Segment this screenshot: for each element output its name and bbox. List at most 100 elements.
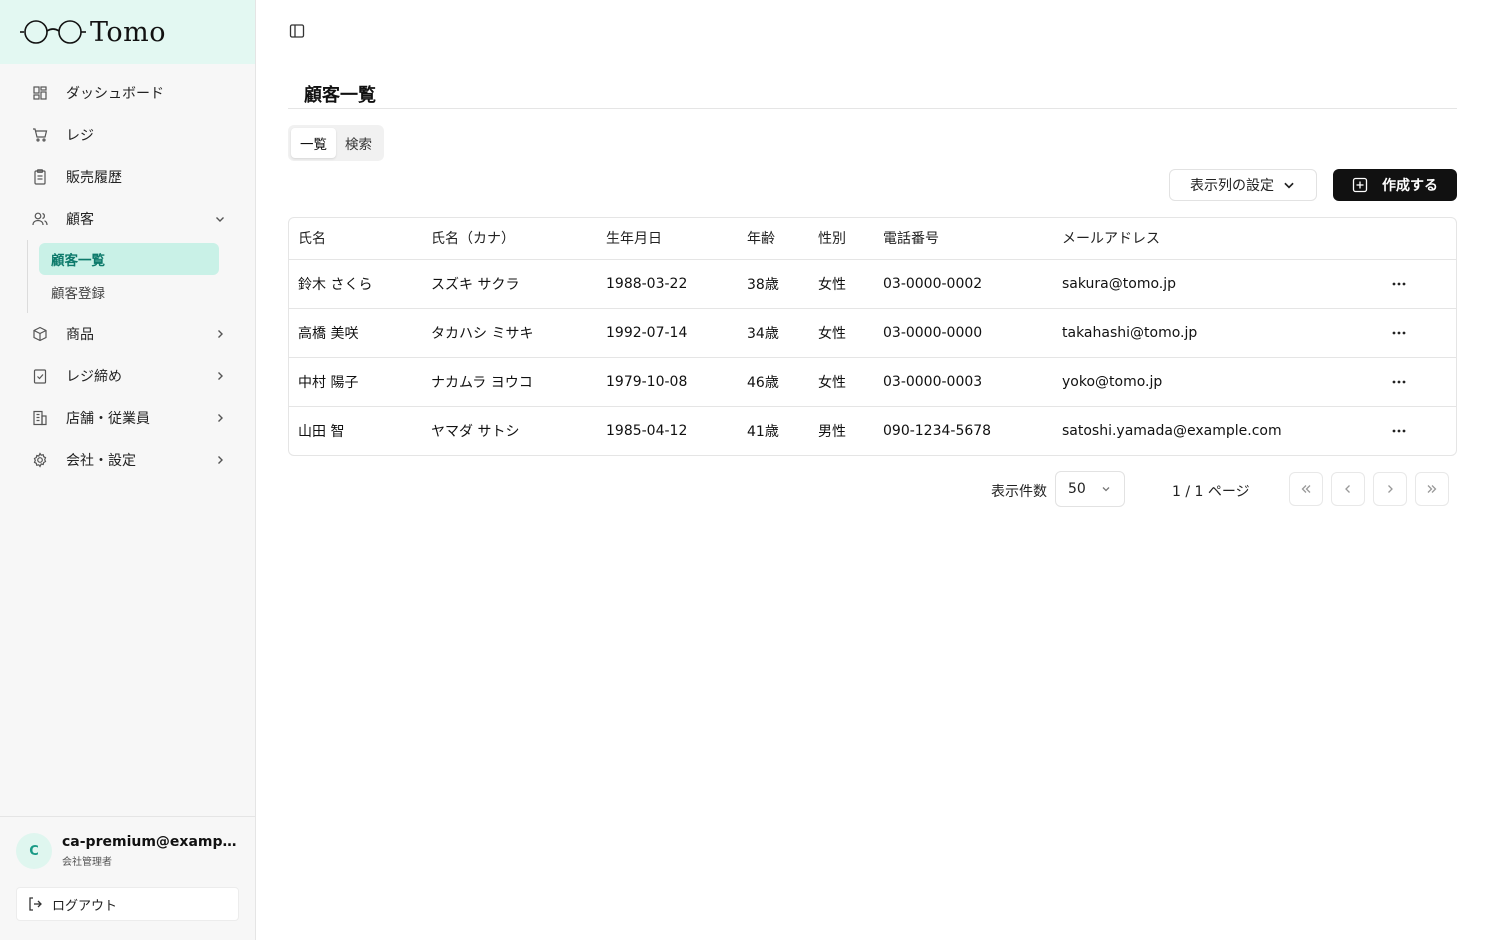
cell-birthdate: 1988-03-22: [597, 259, 738, 309]
chevron-left-icon: [1341, 482, 1355, 496]
sidebar-item-dashboard[interactable]: ダッシュボード: [0, 72, 255, 114]
building-icon: [32, 410, 48, 426]
glasses-logo-icon: [20, 19, 86, 45]
per-page-label: 表示件数: [991, 484, 1047, 500]
table-row[interactable]: 山田 智 ヤマダ サトシ 1985-04-12 41歳 男性 090-1234-…: [289, 406, 1456, 455]
cell-birthdate: 1992-07-14: [597, 308, 738, 358]
column-header-name[interactable]: 氏名: [289, 218, 422, 260]
sidebar-item-register-closing[interactable]: レジ締め: [0, 355, 255, 397]
sidebar-item-sales-history[interactable]: 販売履歴: [0, 156, 255, 198]
tab-list[interactable]: 一覧: [291, 128, 336, 158]
more-horizontal-icon[interactable]: [1387, 272, 1411, 296]
table-row[interactable]: 中村 陽子 ナカムラ ヨウコ 1979-10-08 46歳 女性 03-0000…: [289, 357, 1456, 407]
create-button[interactable]: 作成する: [1333, 169, 1457, 201]
cell-name-kana: タカハシ ミサキ: [422, 308, 597, 358]
cell-name: 鈴木 さくら: [289, 259, 422, 309]
sidebar-item-label: 顧客: [66, 212, 94, 228]
cell-name: 高橋 美咲: [289, 308, 422, 358]
cell-email: takahashi@tomo.jp: [1053, 308, 1387, 358]
column-header-name-kana[interactable]: 氏名（カナ）: [422, 218, 597, 260]
table-row[interactable]: 鈴木 さくら スズキ サクラ 1988-03-22 38歳 女性 03-0000…: [289, 259, 1456, 309]
chevron-right-icon: [213, 327, 227, 341]
create-label: 作成する: [1382, 178, 1438, 194]
chevron-right-icon: [213, 453, 227, 467]
cell-name-kana: スズキ サクラ: [422, 259, 597, 309]
sidebar-item-label: 販売履歴: [66, 170, 122, 186]
sidebar-item-label: レジ: [66, 128, 94, 144]
cell-actions: [1387, 308, 1456, 358]
cell-name: 山田 智: [298, 423, 345, 440]
sidebar-item-label: 店舗・従業員: [66, 411, 150, 427]
cell-email: sakura@tomo.jp: [1053, 259, 1387, 309]
sidebar-item-label: 会社・設定: [66, 453, 136, 469]
cell-actions: [1387, 406, 1456, 455]
cell-actions: [1387, 357, 1456, 407]
more-horizontal-icon[interactable]: [1387, 419, 1411, 443]
per-page-value: 50: [1068, 481, 1086, 497]
cell-phone: 03-0000-0003: [874, 357, 1053, 407]
cell-phone: 090-1234-5678: [883, 422, 992, 439]
users-icon: [32, 211, 48, 227]
cell-actions: [1387, 259, 1456, 309]
sidebar-item-company-settings[interactable]: 会社・設定: [0, 439, 255, 481]
cell-age: 46歳: [738, 357, 809, 407]
customer-table: 氏名 氏名（カナ） 生年月日 年齢 性別 電話番号 メールアドレス 鈴木 さくら…: [288, 217, 1457, 456]
sidebar: Tomo ダッシュボード レジ 販売履歴 顧客 顧客一覧 顧客登録 商品 レジ締…: [0, 0, 256, 940]
prev-page-button[interactable]: [1331, 472, 1365, 506]
logout-button[interactable]: ログアウト: [16, 887, 239, 921]
column-header-age[interactable]: 年齢: [738, 218, 809, 260]
sidebar-item-customers[interactable]: 顧客: [0, 198, 255, 240]
last-page-button[interactable]: [1415, 472, 1449, 506]
chevron-right-icon: [213, 411, 227, 425]
brand-header: Tomo: [0, 0, 255, 64]
cell-birthdate: 1979-10-08: [597, 357, 738, 407]
user-email: ca-premium@example.com: [62, 834, 237, 850]
column-header-gender[interactable]: 性別: [809, 218, 874, 260]
cell-phone: 03-0000-0000: [874, 308, 1053, 358]
column-header-email[interactable]: メールアドレス: [1053, 218, 1387, 260]
cell-birthdate: 1985-04-12: [606, 422, 688, 439]
next-page-button[interactable]: [1373, 472, 1407, 506]
more-horizontal-icon[interactable]: [1387, 370, 1411, 394]
cell-email: yoko@tomo.jp: [1053, 357, 1387, 407]
chevron-down-icon: [1100, 483, 1112, 495]
cell-age: 41歳: [747, 423, 779, 440]
chevron-down-icon: [213, 212, 227, 226]
page-title: 顧客一覧: [304, 85, 376, 106]
page-info: 1 / 1 ページ: [1172, 484, 1250, 500]
table-row[interactable]: 高橋 美咲 タカハシ ミサキ 1992-07-14 34歳 女性 03-0000…: [289, 308, 1456, 358]
cell-gender: 女性: [809, 357, 874, 407]
sidebar-subitem-customer-register[interactable]: 顧客登録: [39, 276, 219, 308]
sidebar-item-label: レジ締め: [66, 369, 122, 385]
chevrons-right-icon: [1425, 482, 1439, 496]
cell-name-kana: ナカムラ ヨウコ: [422, 357, 597, 407]
sidebar-item-products[interactable]: 商品: [0, 313, 255, 355]
column-settings-button[interactable]: 表示列の設定: [1169, 169, 1317, 201]
column-header-birthdate[interactable]: 生年月日: [597, 218, 738, 260]
user-role: 会社管理者: [62, 857, 112, 868]
user-profile[interactable]: C ca-premium@example.com 会社管理者: [16, 833, 239, 869]
sidebar-toggle-icon[interactable]: [289, 23, 307, 41]
more-horizontal-icon[interactable]: [1387, 321, 1411, 345]
sidebar-subitem-customer-list[interactable]: 顧客一覧: [39, 243, 219, 275]
plus-square-icon: [1352, 177, 1368, 193]
chevron-right-icon: [213, 369, 227, 383]
tab-search[interactable]: 検索: [336, 128, 381, 158]
column-settings-label: 表示列の設定: [1190, 178, 1274, 194]
per-page-select[interactable]: 50: [1055, 471, 1125, 507]
sidebar-item-stores-staff[interactable]: 店舗・従業員: [0, 397, 255, 439]
cell-name: 中村 陽子: [289, 357, 422, 407]
logout-label: ログアウト: [52, 898, 118, 914]
cell-gender: 女性: [809, 308, 874, 358]
avatar: C: [16, 833, 52, 869]
package-icon: [32, 326, 48, 342]
sidebar-item-label: ダッシュボード: [66, 86, 164, 102]
cart-icon: [32, 127, 48, 143]
first-page-button[interactable]: [1289, 472, 1323, 506]
column-header-actions: [1387, 218, 1456, 260]
sidebar-item-register[interactable]: レジ: [0, 114, 255, 156]
column-header-phone[interactable]: 電話番号: [874, 218, 1053, 260]
pagination: 表示件数 50 1 / 1 ページ: [256, 471, 1504, 507]
cell-age: 34歳: [738, 308, 809, 358]
cell-age: 38歳: [738, 259, 809, 309]
